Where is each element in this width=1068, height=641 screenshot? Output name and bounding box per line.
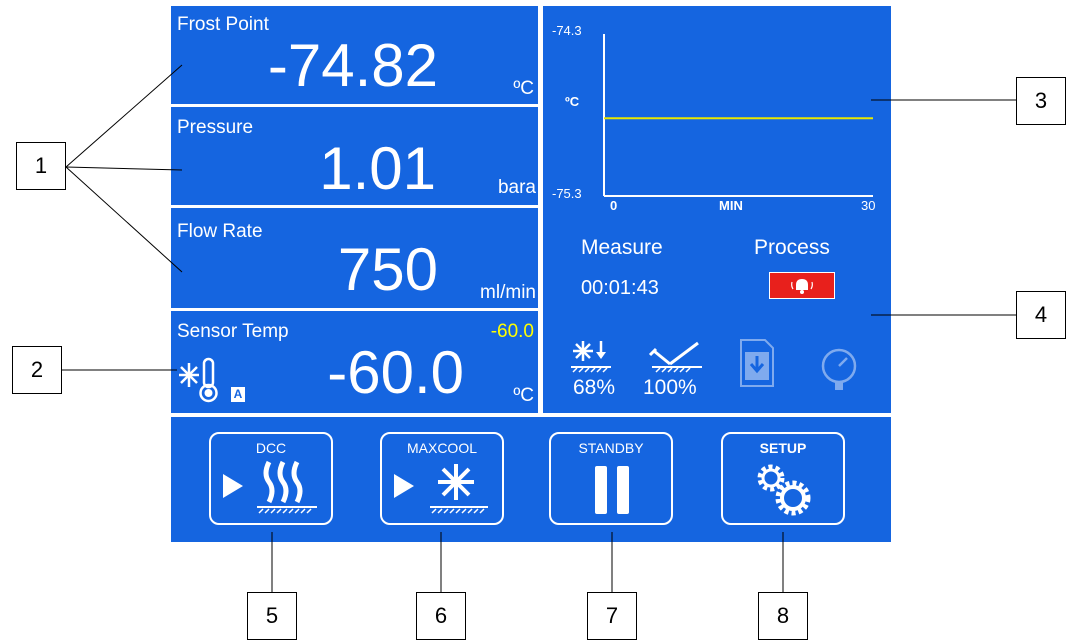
callout-7: 7 — [587, 592, 637, 640]
callout-1: 1 — [16, 142, 66, 190]
callout-2: 2 — [12, 346, 62, 394]
callout-lines — [62, 64, 1016, 592]
callout-5: 5 — [247, 592, 297, 640]
callout-6: 6 — [416, 592, 466, 640]
callout-3: 3 — [1016, 77, 1066, 125]
callout-4: 4 — [1016, 291, 1066, 339]
callout-8: 8 — [758, 592, 808, 640]
